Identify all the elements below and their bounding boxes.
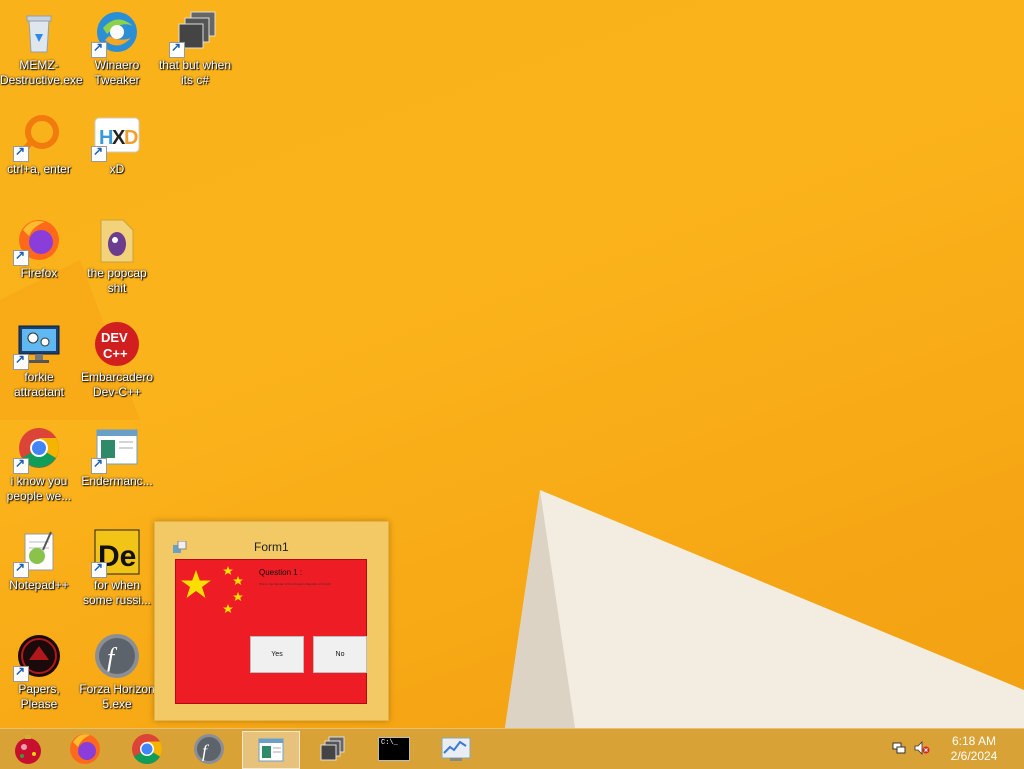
desktop-icon-c-sharp[interactable]: that but when its c# <box>156 8 234 88</box>
cmd-text: C:\_ <box>381 739 398 747</box>
taskbar-cmd-button[interactable]: C:\_ <box>366 731 422 767</box>
start-orb-button[interactable] <box>0 731 56 767</box>
firefox-icon <box>13 216 63 266</box>
desktop-icon-endermanch[interactable]: Endermanc... <box>78 424 156 489</box>
taskbar-perfmon-button[interactable] <box>428 731 484 767</box>
desktop-icon-notepadpp[interactable]: Notepad++ <box>0 528 78 593</box>
papers-please-icon <box>13 632 63 682</box>
icon-label: for when some russi... <box>82 578 151 607</box>
form1-window: Question 1 : Who is the founder of the P… <box>175 559 367 704</box>
shortcut-arrow-icon <box>91 40 107 58</box>
icon-label: forkie attractant <box>13 370 65 399</box>
icon-label: xD <box>109 162 125 176</box>
flash-icon: f <box>194 734 224 764</box>
desktop-icon-popcap[interactable]: the popcap shit <box>78 216 156 296</box>
shortcut-arrow-icon <box>91 560 107 578</box>
taskbar-form1-button[interactable] <box>242 731 300 769</box>
clock[interactable]: 6:18 AM 2/6/2024 <box>944 734 1004 764</box>
form-app-icon <box>173 541 187 553</box>
shortcut-arrow-icon <box>13 144 29 162</box>
icon-label: that but when its c# <box>158 58 232 87</box>
desktop: MEMZ-Destructive.exe ctrl+a, enter Firef… <box>0 0 1024 728</box>
taskbar-chrome-button[interactable] <box>119 731 175 767</box>
desktop-icon-ctrl-a-enter[interactable]: ctrl+a, enter <box>0 112 78 177</box>
shortcut-arrow-icon <box>13 560 29 578</box>
shortcut-arrow-icon <box>169 40 185 58</box>
command-prompt-icon: C:\_ <box>378 737 410 761</box>
desktop-icon-papers-please[interactable]: Papers, Please <box>0 632 78 712</box>
icon-label: MEMZ-Destructive.exe <box>0 58 83 87</box>
stacked-windows-icon <box>169 8 219 58</box>
icon-label: Endermanc... <box>81 474 153 488</box>
network-icon[interactable] <box>892 741 906 755</box>
icon-label: Forza Horizon 5.exe <box>79 682 155 711</box>
icon-label: Embarcadero Dev-C++ <box>80 370 154 399</box>
de-icon: De <box>91 528 141 578</box>
yes-button[interactable]: Yes <box>250 636 304 673</box>
shortcut-arrow-icon <box>13 664 29 682</box>
firefox-icon <box>70 734 100 764</box>
devcpp-icon: DEV C++ <box>93 320 141 368</box>
desktop-icon-xd[interactable]: HXD xD <box>78 112 156 177</box>
volume-muted-icon[interactable] <box>914 741 930 755</box>
ornament-icon <box>15 735 41 764</box>
shortcut-arrow-icon <box>13 248 29 266</box>
window-app-icon <box>258 738 284 762</box>
orange-ring-icon <box>13 112 63 162</box>
icon-label: i know you people we... <box>6 474 72 503</box>
notepadpp-icon <box>13 528 63 578</box>
taskbar-stacked-windows-button[interactable] <box>304 731 360 767</box>
no-button[interactable]: No <box>313 636 367 673</box>
desktop-icon-memz[interactable]: MEMZ-Destructive.exe <box>0 8 83 88</box>
clock-date: 2/6/2024 <box>950 749 998 763</box>
desktop-icon-winaero[interactable]: Winaero Tweaker <box>78 8 156 88</box>
clock-time: 6:18 AM <box>951 734 997 748</box>
desktop-icon-forkie[interactable]: forkie attractant <box>0 320 78 400</box>
desktop-icon-chrome[interactable]: i know you people we... <box>0 424 78 504</box>
icon-label: Winaero Tweaker <box>94 58 140 87</box>
icon-label: Firefox <box>20 266 58 280</box>
taskbar-firefox-button[interactable] <box>57 731 113 767</box>
flash-icon: f <box>93 632 141 680</box>
shortcut-arrow-icon <box>13 456 29 474</box>
question-text: Who is the founder of the People's Repub… <box>259 582 331 586</box>
chrome-icon <box>132 734 163 765</box>
svg-text:D: D <box>124 127 138 149</box>
window-app-icon <box>91 424 141 474</box>
performance-monitor-icon <box>441 737 471 761</box>
preview-title: Form1 <box>254 540 289 554</box>
taskbar: f C:\_ 6:18 AM 2/6/2024 <box>0 728 1024 769</box>
shortcut-arrow-icon <box>91 144 107 162</box>
shortcut-arrow-icon <box>91 456 107 474</box>
svg-text:DEV: DEV <box>101 330 128 345</box>
chrome-icon <box>13 424 63 474</box>
desktop-icon-forza[interactable]: f Forza Horizon 5.exe <box>78 632 156 712</box>
monitor-gear-icon <box>13 320 63 370</box>
icon-label: Notepad++ <box>9 578 69 592</box>
icon-label: the popcap shit <box>87 266 147 295</box>
svg-text:C++: C++ <box>103 346 128 361</box>
desktop-icon-firefox[interactable]: Firefox <box>0 216 78 281</box>
recycle-bin-icon <box>15 8 63 56</box>
stacked-windows-icon <box>320 736 345 761</box>
folder-icon <box>93 216 141 264</box>
winaero-icon <box>91 8 141 58</box>
taskbar-thumbnail-preview[interactable]: Form1 Question 1 : Who is the founder of… <box>154 521 389 721</box>
desktop-icon-de[interactable]: De for when some russi... <box>78 528 156 608</box>
question-label: Question 1 : <box>259 568 303 577</box>
system-tray: 6:18 AM 2/6/2024 <box>884 729 1024 769</box>
desktop-icon-devcpp[interactable]: DEV C++ Embarcadero Dev-C++ <box>78 320 156 400</box>
taskbar-flash-button[interactable]: f <box>181 731 237 767</box>
hxd-icon: HXD <box>91 112 141 162</box>
shortcut-arrow-icon <box>13 352 29 370</box>
china-flag-stars <box>181 566 243 613</box>
icon-label: Papers, Please <box>18 682 60 711</box>
icon-label: ctrl+a, enter <box>7 162 71 176</box>
